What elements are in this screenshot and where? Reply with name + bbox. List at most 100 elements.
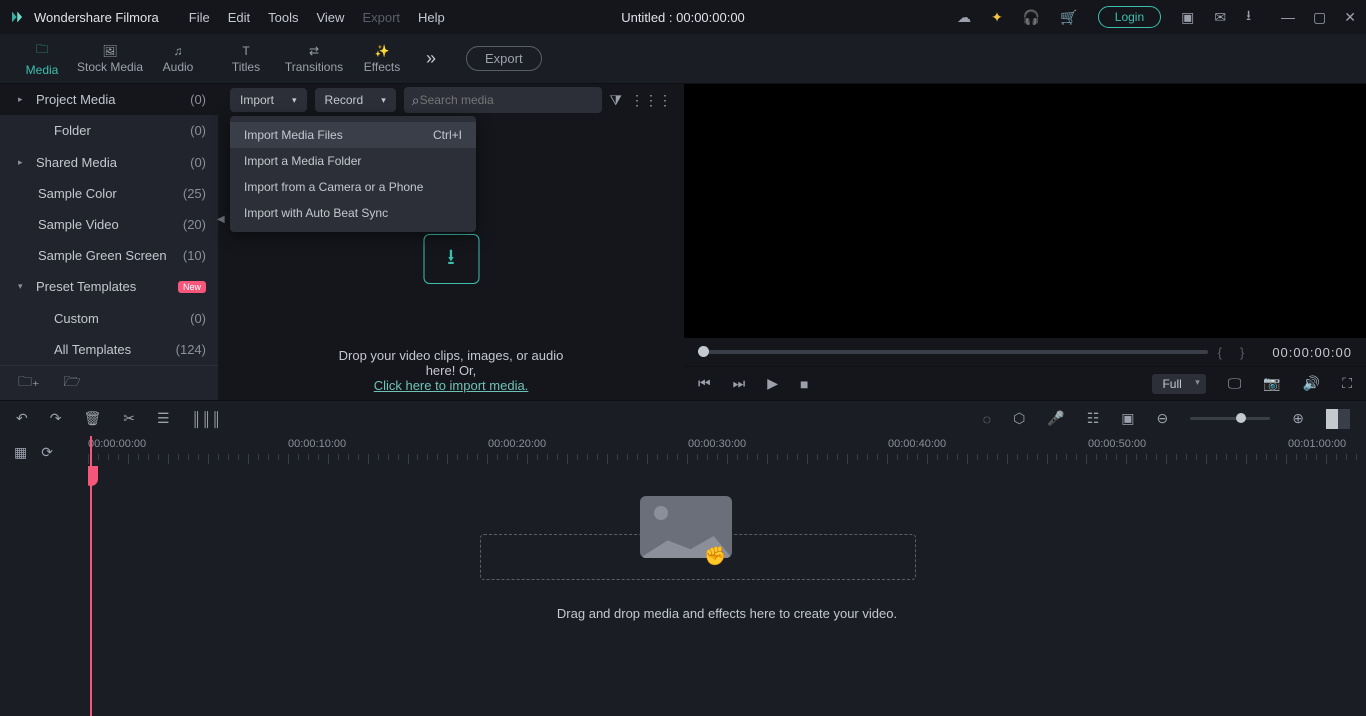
grid-view-icon[interactable]: ⋮⋮⋮: [630, 92, 672, 109]
snapshot-icon[interactable]: 📷: [1263, 375, 1280, 392]
minimize-icon[interactable]: —: [1281, 9, 1295, 26]
next-frame-icon[interactable]: ⏭: [733, 375, 746, 392]
new-folder-icon[interactable]: 🗀₊: [18, 371, 39, 395]
zoom-slider[interactable]: [1190, 417, 1270, 420]
import-link[interactable]: Click here to import media.: [335, 378, 568, 393]
titlebar: Wondershare Filmora File Edit Tools View…: [0, 0, 1366, 34]
import-auto-beat-sync[interactable]: Import with Auto Beat Sync: [230, 200, 476, 226]
search-input[interactable]: [420, 93, 594, 107]
ruler-ticks: [88, 454, 1366, 468]
search-media[interactable]: ⌕: [404, 87, 602, 113]
menu-view[interactable]: View: [316, 10, 344, 25]
tab-media[interactable]: 🗀Media: [8, 40, 76, 77]
sidebar-item-sample-color[interactable]: Sample Color(25): [0, 178, 218, 209]
crop-icon[interactable]: ▣: [1121, 410, 1134, 427]
undo-icon[interactable]: ↶: [16, 410, 28, 427]
import-camera-phone[interactable]: Import from a Camera or a Phone: [230, 174, 476, 200]
support-icon[interactable]: 🎧: [1023, 9, 1040, 26]
menu-edit[interactable]: Edit: [228, 10, 250, 25]
prev-frame-icon[interactable]: ⏮: [698, 375, 711, 392]
redo-icon[interactable]: ↷: [50, 410, 62, 427]
in-out-markers[interactable]: {}: [1218, 345, 1263, 360]
sidebar-item-custom[interactable]: Custom(0): [0, 302, 218, 333]
close-icon[interactable]: ✕: [1344, 9, 1356, 26]
sidebar-footer: 🗀₊ 🗁: [0, 365, 218, 400]
video-track-1[interactable]: ▣ 1 🔓 👁 ✊: [88, 534, 1366, 580]
zoom-in-icon[interactable]: ⊕: [1292, 410, 1304, 427]
sidebar-item-sample-video[interactable]: Sample Video(20): [0, 209, 218, 240]
delete-icon[interactable]: 🗑: [83, 410, 101, 427]
media-drop-zone[interactable]: ⭳ Drop your video clips, images, or audi…: [335, 234, 568, 393]
timeline-gutter: ▦ ⟳: [0, 436, 88, 716]
new-badge: New: [178, 281, 206, 293]
menu-tools[interactable]: Tools: [268, 10, 298, 25]
marker-icon[interactable]: ⬡: [1013, 410, 1025, 427]
timeline-view-toggle[interactable]: [1326, 409, 1350, 429]
timeline-tracks[interactable]: 00:00:00:00 00:00:10:00 00:00:20:00 00:0…: [88, 436, 1366, 716]
tab-transitions[interactable]: ⇄Transitions: [280, 44, 348, 74]
import-icon: ⭳: [423, 234, 479, 284]
mail-icon[interactable]: ✉: [1214, 9, 1226, 26]
tab-audio[interactable]: ♫Audio: [144, 44, 212, 74]
folder-open-icon[interactable]: 🗁: [63, 371, 80, 395]
import-media-files[interactable]: Import Media FilesCtrl+I: [230, 122, 476, 148]
export-button[interactable]: Export: [466, 46, 542, 71]
voiceover-icon[interactable]: 🎤: [1047, 410, 1064, 427]
display-icon[interactable]: 🖵: [1228, 375, 1242, 392]
split-icon[interactable]: ✂: [123, 410, 135, 427]
sidebar-item-preset-templates[interactable]: ▾Preset TemplatesNew: [0, 271, 218, 302]
audio-track-1[interactable]: ♪ 1 🔓 🔊: [88, 624, 1366, 670]
module-tabs: 🗀Media 🖼Stock Media ♫Audio TTitles ⇄Tran…: [0, 34, 1366, 84]
document-title: Untitled : 00:00:00:00: [621, 10, 745, 25]
download-icon[interactable]: ⭳: [1246, 5, 1251, 29]
sidebar-item-project-media[interactable]: ▸Project Media(0): [0, 84, 218, 115]
import-menu: Import Media FilesCtrl+I Import a Media …: [230, 116, 476, 232]
link-icon[interactable]: ⟳: [41, 444, 53, 461]
settings-icon[interactable]: ☰: [157, 410, 170, 427]
timeline-ruler[interactable]: 00:00:00:00 00:00:10:00 00:00:20:00 00:0…: [88, 436, 1366, 472]
quality-select[interactable]: Full: [1152, 374, 1205, 394]
save-icon[interactable]: ▣: [1181, 9, 1194, 26]
play-icon[interactable]: ▶: [767, 375, 778, 392]
sidebar-item-sample-green-screen[interactable]: Sample Green Screen(10): [0, 240, 218, 271]
playhead[interactable]: [90, 436, 92, 716]
menu-file[interactable]: File: [189, 10, 210, 25]
menu-help[interactable]: Help: [418, 10, 445, 25]
sidebar-item-folder[interactable]: Folder(0): [0, 115, 218, 146]
import-media-folder[interactable]: Import a Media Folder: [230, 148, 476, 174]
login-button[interactable]: Login: [1098, 6, 1161, 28]
audio-wave-icon[interactable]: ║║║: [192, 411, 222, 427]
fullscreen-icon[interactable]: ⛶: [1342, 375, 1352, 392]
tab-effects[interactable]: ✨Effects: [348, 44, 416, 74]
render-icon[interactable]: ◌: [983, 411, 991, 427]
more-tabs-icon[interactable]: »: [426, 48, 436, 69]
scrub-handle[interactable]: [698, 346, 709, 357]
timeline: ▦ ⟳ 00:00:00:00 00:00:10:00 00:00:20:00 …: [0, 436, 1366, 716]
text-icon: T: [242, 44, 249, 58]
zoom-handle[interactable]: [1236, 413, 1246, 423]
maximize-icon[interactable]: ▢: [1313, 9, 1326, 26]
preview-viewport[interactable]: [684, 84, 1366, 338]
tab-stock-media[interactable]: 🖼Stock Media: [76, 44, 144, 74]
sidebar-item-shared-media[interactable]: ▸Shared Media(0): [0, 146, 218, 177]
scrub-track[interactable]: [698, 350, 1208, 354]
record-dropdown[interactable]: Record▾: [315, 88, 396, 112]
lightbulb-icon[interactable]: ✦: [991, 9, 1003, 26]
stop-icon[interactable]: ■: [800, 376, 808, 392]
grab-cursor-icon: ✊: [704, 546, 726, 567]
chevron-right-icon: ▸: [18, 157, 30, 168]
cart-icon[interactable]: 🛒: [1060, 9, 1077, 26]
filter-icon[interactable]: ⧩: [610, 92, 623, 109]
chevron-down-icon: ▾: [292, 95, 297, 106]
cloud-icon[interactable]: ☁: [957, 9, 971, 26]
zoom-out-icon[interactable]: ⊖: [1157, 410, 1169, 427]
import-dropdown[interactable]: Import▾: [230, 88, 307, 112]
tab-titles[interactable]: TTitles: [212, 44, 280, 74]
menu-export: Export: [362, 10, 400, 25]
collapse-sidebar-icon[interactable]: ◀: [217, 214, 225, 225]
sidebar-item-all-templates[interactable]: All Templates(124): [0, 334, 218, 365]
mixer-icon[interactable]: ☷: [1087, 410, 1100, 427]
chevron-down-icon: ▾: [18, 281, 30, 292]
track-manage-icon[interactable]: ▦: [14, 444, 27, 461]
volume-icon[interactable]: 🔊: [1303, 375, 1320, 392]
